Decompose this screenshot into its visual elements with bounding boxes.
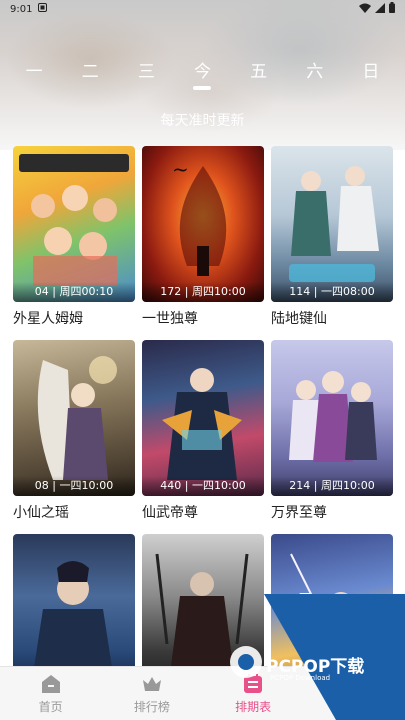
poster-image[interactable]: 114 | 一四08:00 (271, 146, 393, 302)
notification-icon (38, 3, 48, 15)
crown-icon (140, 672, 164, 696)
card-title[interactable]: 一世独尊 (142, 308, 264, 330)
anime-card[interactable]: 04 | 周四00:10 外星人姆姆 (13, 146, 135, 340)
episode-info: 214 | 周四10:00 (271, 476, 393, 496)
anime-card[interactable]: 114 | 一四08:00 陆地键仙 (271, 146, 393, 340)
card-title[interactable]: 外星人姆姆 (13, 308, 135, 330)
tab-monday[interactable]: 一 (14, 60, 54, 90)
card-title[interactable]: 陆地键仙 (271, 308, 393, 330)
bottom-navigation: 首页 排行榜 排期表 我的 (0, 666, 405, 720)
schedule-grid: 04 | 周四00:10 外星人姆姆 ~ 172 | 周四10:00 一世独尊 (13, 146, 393, 720)
schedule-icon (241, 672, 265, 696)
tab-saturday[interactable]: 六 (295, 60, 335, 90)
anime-card[interactable]: 214 | 周四10:00 万界至尊 (271, 340, 393, 534)
tab-sunday[interactable]: 日 (351, 60, 391, 90)
tab-today[interactable]: 今 (182, 60, 222, 90)
signal-icon (375, 2, 385, 16)
nav-profile[interactable]: 我的 (314, 667, 394, 715)
anime-card[interactable]: ~ 172 | 周四10:00 一世独尊 (142, 146, 264, 340)
status-bar: 9:01 (0, 0, 405, 18)
svg-text:~: ~ (172, 157, 189, 181)
status-time: 9:01 (10, 3, 33, 15)
nav-home[interactable]: 首页 (11, 667, 91, 715)
poster-image[interactable]: ~ 172 | 周四10:00 (142, 146, 264, 302)
card-title[interactable]: 小仙之瑶 (13, 502, 135, 524)
nav-schedule[interactable]: 排期表 (213, 667, 293, 715)
episode-info: 114 | 一四08:00 (271, 282, 393, 302)
episode-info: 04 | 周四00:10 (13, 282, 135, 302)
wifi-icon (359, 3, 371, 16)
poster-image[interactable]: 08 | 一四10:00 (13, 340, 135, 496)
episode-info: 08 | 一四10:00 (13, 476, 135, 496)
nav-ranking[interactable]: 排行榜 (112, 667, 192, 715)
user-icon (342, 672, 366, 696)
card-title[interactable]: 仙武帝尊 (142, 502, 264, 524)
poster-image[interactable]: 214 | 周四10:00 (271, 340, 393, 496)
weekday-tabs: 一 二 三 今 五 六 日 (0, 60, 405, 90)
nav-schedule-label: 排期表 (235, 700, 272, 714)
nav-ranking-label: 排行榜 (133, 700, 170, 714)
page-subtitle: 每天准时更新 (160, 113, 245, 129)
nav-home-label: 首页 (38, 700, 63, 714)
card-title[interactable]: 万界至尊 (271, 502, 393, 524)
nav-profile-label: 我的 (342, 700, 367, 714)
episode-info: 172 | 周四10:00 (142, 282, 264, 302)
poster-image[interactable]: 04 | 周四00:10 (13, 146, 135, 302)
tab-tuesday[interactable]: 二 (70, 60, 110, 90)
anime-card[interactable]: 08 | 一四10:00 小仙之瑶 (13, 340, 135, 534)
anime-card[interactable]: 440 | 一四10:00 仙武帝尊 (142, 340, 264, 534)
poster-image[interactable]: 440 | 一四10:00 (142, 340, 264, 496)
tab-friday[interactable]: 五 (239, 60, 279, 90)
episode-info: 440 | 一四10:00 (142, 476, 264, 496)
home-icon (39, 672, 63, 696)
tab-wednesday[interactable]: 三 (126, 60, 166, 90)
battery-icon (389, 2, 395, 16)
